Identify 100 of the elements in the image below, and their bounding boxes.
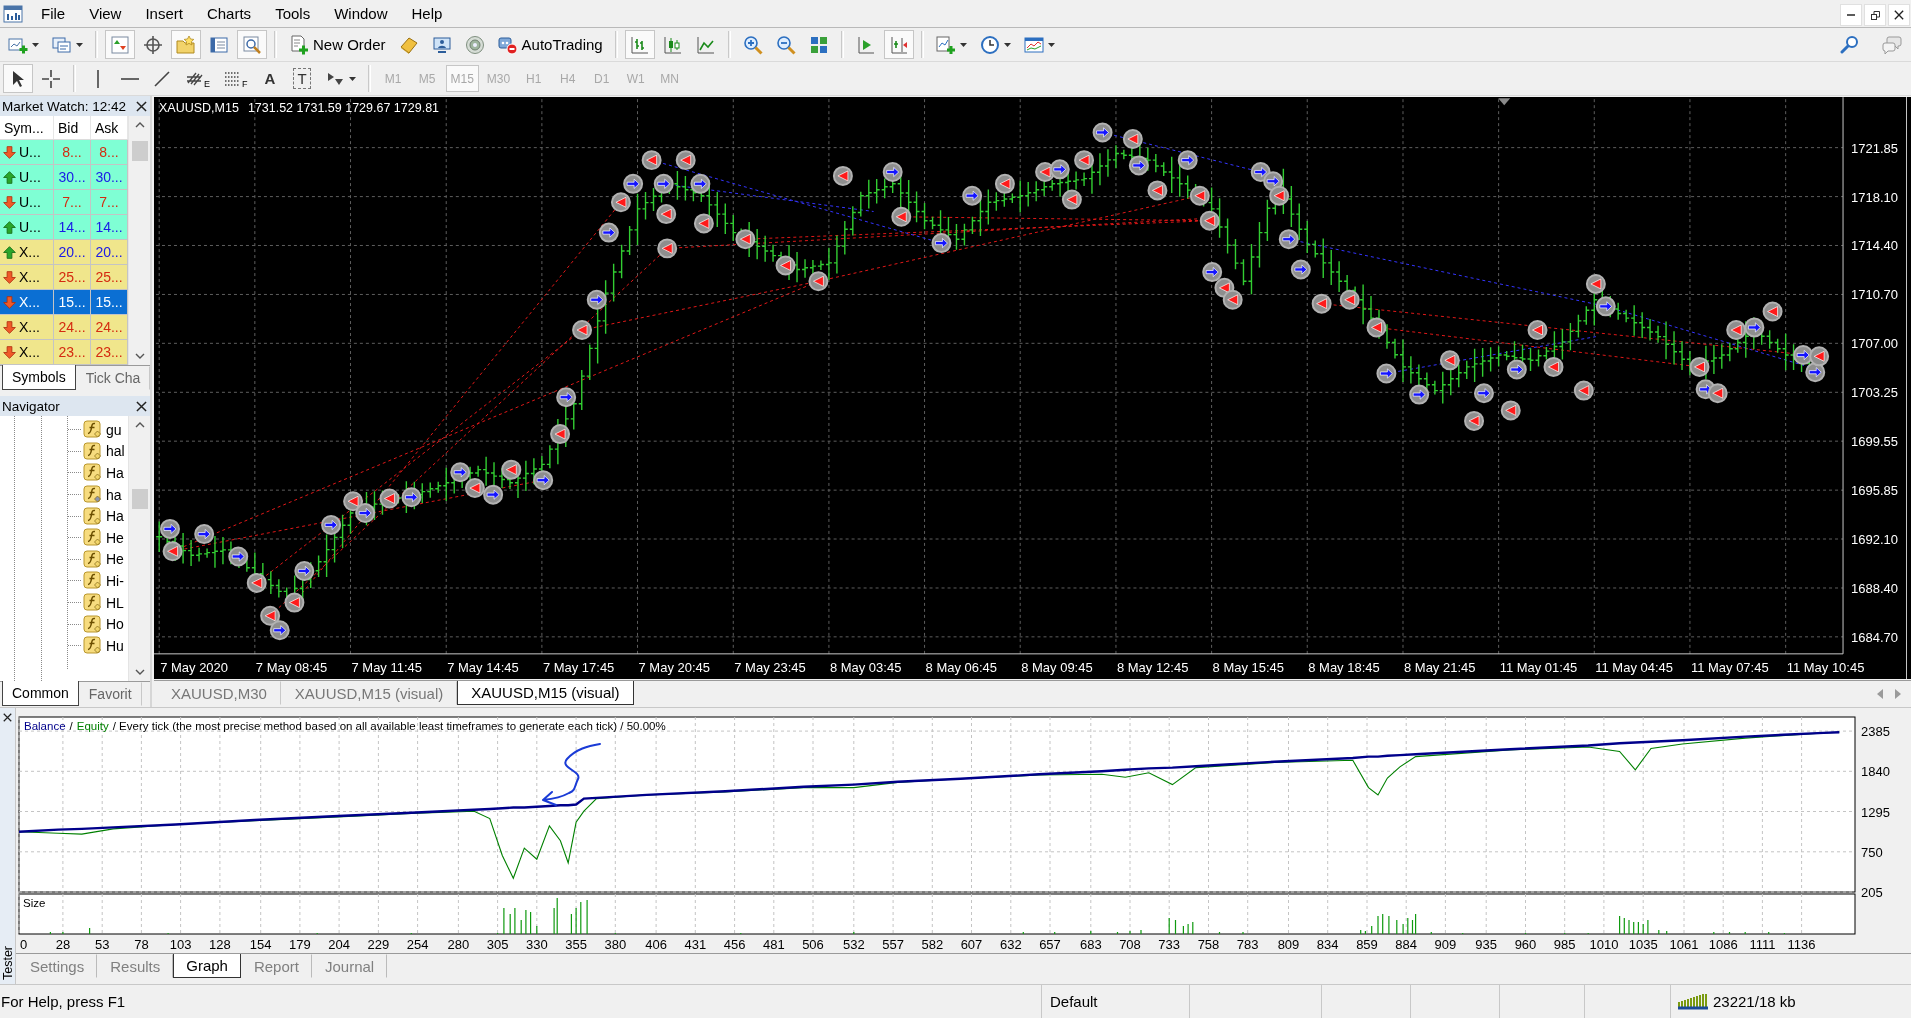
chart-tab[interactable]: XAUUSD,M30	[157, 681, 281, 705]
close-button[interactable]	[1888, 4, 1910, 26]
toolbar-button[interactable]: F	[218, 64, 253, 93]
navigator-item[interactable]: gu	[81, 419, 125, 441]
axis-label: 935	[1475, 937, 1498, 951]
panel-tab[interactable]: Common	[2, 681, 79, 706]
time-label: 8 May 03:45	[829, 659, 902, 675]
ohlc-values: 1731.52 1731.59 1729.67 1729.81	[247, 101, 440, 115]
axis-label: 1010	[1589, 937, 1619, 951]
restore-button[interactable]	[1864, 4, 1886, 26]
time-label: 8 May 12:45	[1116, 659, 1189, 675]
toolbar-button[interactable]: A	[255, 64, 285, 93]
navigator-item[interactable]: HL	[81, 592, 127, 614]
new-order-button[interactable]: New Order	[284, 30, 391, 59]
navigator-item[interactable]: Hu	[81, 635, 127, 657]
autotrading-button[interactable]: AutoTrading	[492, 30, 608, 59]
market-watch-row[interactable]: U... 14... 14...	[0, 215, 128, 240]
chart-symbol: XAUUSD,M15	[159, 101, 239, 115]
menu-item[interactable]: Window	[322, 1, 400, 26]
function-file-icon	[83, 463, 102, 483]
close-icon	[1894, 10, 1904, 20]
price-label: 1703.25	[1851, 385, 1898, 401]
right-triangle-icon	[1895, 689, 1901, 699]
zoom-in-icon	[742, 34, 763, 55]
panel-tab[interactable]: Symbols	[2, 365, 76, 390]
caret-icon	[348, 76, 356, 81]
navigator-item[interactable]: He	[81, 548, 127, 570]
shift-axis-icon	[888, 34, 909, 55]
diagonal-line-icon	[152, 68, 172, 89]
axis-label: 1136	[1787, 937, 1816, 951]
symbol-name: U...	[19, 169, 41, 185]
tester-tab[interactable]: Settings	[17, 954, 98, 978]
axis-label: 305	[486, 937, 509, 951]
axis-label: 1035	[1628, 937, 1658, 951]
market-watch-row[interactable]: U... 8... 8...	[0, 140, 128, 165]
panel-tab[interactable]: Tick Cha	[75, 366, 151, 390]
crosshair-icon	[143, 34, 163, 55]
chart-tab[interactable]: XAUUSD,M15 (visual)	[457, 681, 634, 705]
column-header[interactable]: Sym...	[0, 116, 54, 139]
axis-label: 229	[367, 937, 390, 951]
market-watch-row[interactable]: X... 23... 23...	[0, 340, 128, 365]
menu-item[interactable]: File	[29, 1, 78, 26]
monitor-person-icon	[431, 34, 452, 55]
caret-icon	[32, 42, 39, 47]
toolbar-button[interactable]	[3, 64, 33, 93]
market-watch-row[interactable]: X... 20... 20...	[0, 240, 128, 265]
time-label: 11 May 01:45	[1499, 659, 1578, 675]
market-watch-row[interactable]: U... 7... 7...	[0, 190, 128, 215]
navigator-item[interactable]: Ha	[81, 505, 127, 527]
market-watch-row[interactable]: U... 30... 30...	[0, 165, 128, 190]
up-down-triangles-icon	[110, 34, 130, 55]
navigator-item[interactable]: He	[81, 527, 127, 549]
tester-tab[interactable]: Report	[240, 954, 312, 978]
axis-label: 632	[999, 937, 1022, 951]
market-watch-row[interactable]: X... 15... 15...	[0, 290, 128, 315]
navigator-item[interactable]: hal	[81, 440, 128, 462]
zoom-out-icon	[775, 34, 796, 55]
price-label: 1692.10	[1851, 532, 1898, 547]
status-text: For Help, press F1	[1, 993, 126, 1010]
toolbar-button[interactable]: E	[180, 64, 215, 93]
price-label: 1707.00	[1851, 336, 1898, 352]
function-file-icon	[83, 420, 102, 440]
function-file-icon	[83, 593, 102, 613]
caret-icon	[1003, 42, 1011, 47]
navigator-item[interactable]: Ho	[81, 613, 127, 635]
axis-label: 53	[94, 937, 110, 951]
navigator-item[interactable]: ha	[81, 484, 125, 506]
menu-item[interactable]: Tools	[263, 1, 323, 26]
time-label: 8 May 09:45	[1021, 659, 1093, 675]
navigator-item[interactable]: Ha	[81, 462, 127, 484]
menu-item[interactable]: Help	[399, 1, 455, 26]
scrollbar[interactable]	[128, 116, 150, 365]
menu-item[interactable]: Charts	[194, 1, 264, 26]
disc-icon	[464, 34, 485, 55]
column-header[interactable]: Bid	[54, 116, 91, 139]
price-label: 1721.85	[1851, 140, 1898, 156]
menu-item[interactable]: Insert	[133, 1, 195, 26]
price-label: 1714.40	[1851, 238, 1898, 254]
minimize-icon	[1847, 14, 1855, 16]
scrollbar-thumb[interactable]	[131, 489, 148, 509]
scrollbar-thumb[interactable]	[131, 141, 148, 161]
chart-window-icon	[1023, 34, 1044, 55]
axis-label: 431	[684, 937, 707, 951]
tester-tab[interactable]: Graph	[173, 954, 241, 978]
function-file-icon	[83, 636, 102, 656]
minimize-button[interactable]	[1840, 4, 1862, 26]
price-label: 1718.10	[1851, 189, 1898, 205]
axis-label: 254	[406, 937, 429, 951]
toolbar-button[interactable]: T	[287, 64, 317, 93]
axis-label: 1111	[1749, 937, 1776, 951]
market-watch-row[interactable]: X... 25... 25...	[0, 265, 128, 290]
axis-label: 280	[447, 937, 470, 951]
scrollbar[interactable]	[128, 416, 150, 681]
left-triangle-icon	[1877, 689, 1883, 699]
menu-item[interactable]: View	[77, 1, 134, 26]
navigator-item[interactable]: Hi-	[81, 570, 127, 592]
panel-tab[interactable]: Favorit	[78, 682, 142, 706]
function-file-icon	[83, 549, 102, 569]
market-watch-row[interactable]: X... 24... 24...	[0, 315, 128, 340]
axis-label: 733	[1158, 937, 1181, 951]
